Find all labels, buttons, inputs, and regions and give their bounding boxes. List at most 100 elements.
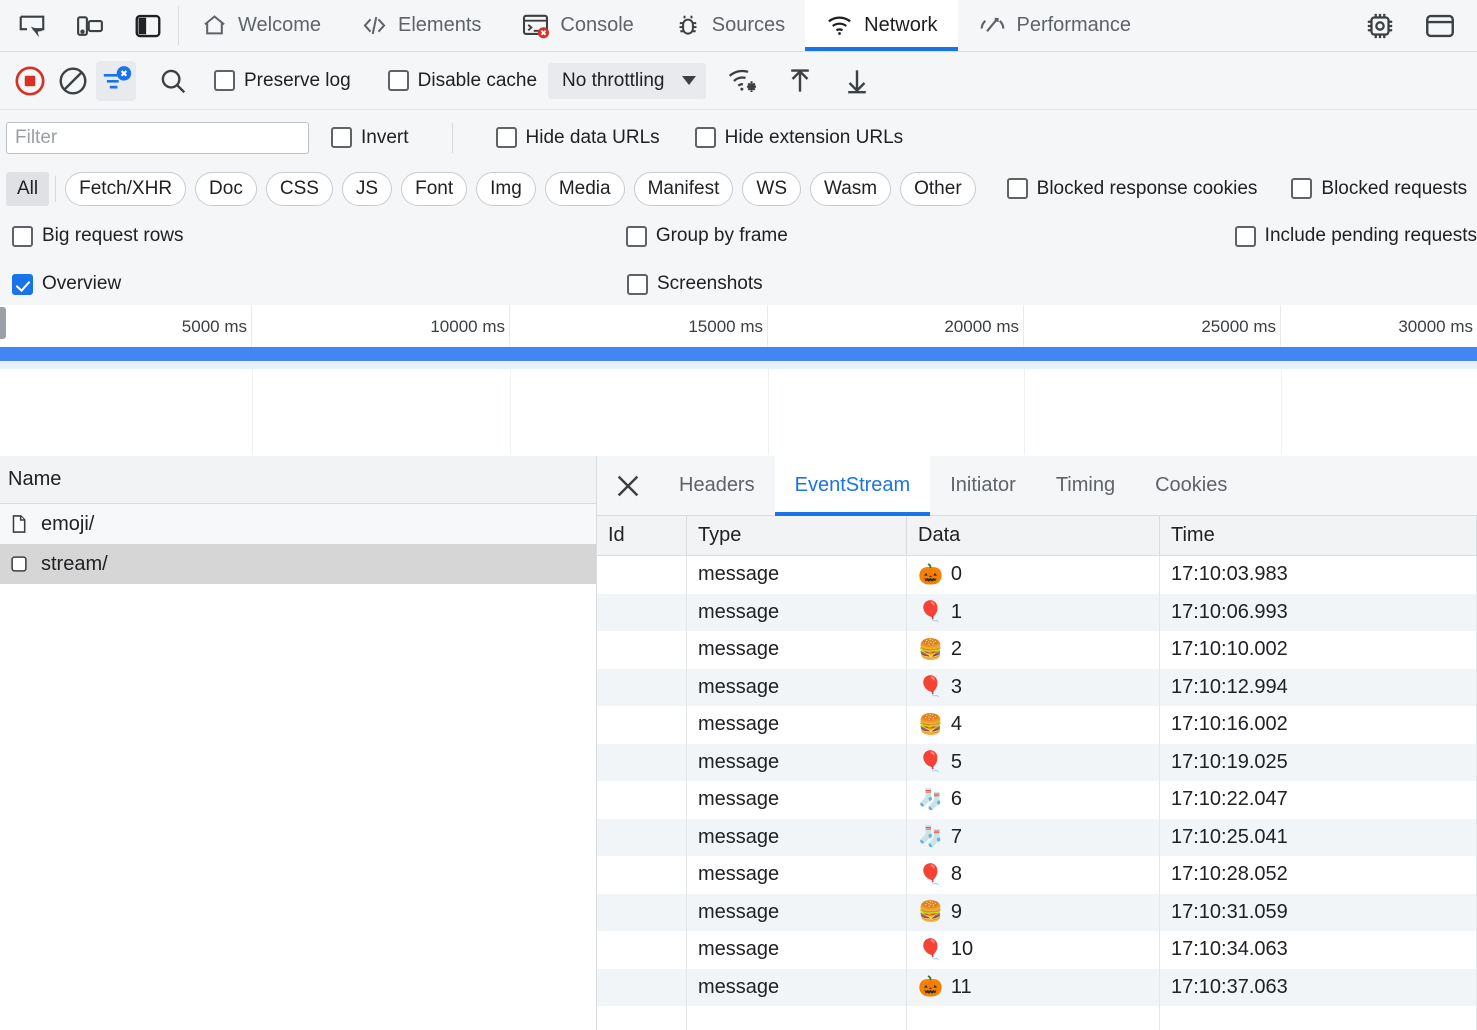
overview-label: Overview: [42, 273, 121, 295]
type-chip-other[interactable]: Other: [900, 172, 976, 206]
close-icon[interactable]: [597, 456, 659, 515]
type-chip-doc[interactable]: Doc: [195, 172, 257, 206]
big-request-rows-box[interactable]: [12, 226, 33, 247]
timeline-ruler[interactable]: 5000 ms 10000 ms 15000 ms 20000 ms 25000…: [0, 305, 1477, 347]
eventstream-row[interactable]: message 🎃 0 17:10:03.983: [597, 556, 1477, 594]
network-overview[interactable]: 5000 ms 10000 ms 15000 ms 20000 ms 25000…: [0, 305, 1477, 455]
eventstream-row[interactable]: message 🎈 5 17:10:19.025: [597, 744, 1477, 782]
include-pending-requests-box[interactable]: [1235, 226, 1256, 247]
cell-data: 🎈 5: [907, 744, 1160, 782]
overview-grid: [0, 369, 1477, 455]
cell-data: 🎈 1: [907, 594, 1160, 632]
blocked-requests-box[interactable]: [1291, 178, 1312, 199]
eventstream-row[interactable]: message 🍔 9 17:10:31.059: [597, 894, 1477, 932]
filter-input[interactable]: [6, 122, 309, 154]
type-chip-ws[interactable]: WS: [742, 172, 801, 206]
request-row-stream[interactable]: stream/: [0, 544, 596, 584]
upload-arrow-icon[interactable]: [780, 61, 820, 101]
type-chip-js[interactable]: JS: [342, 172, 392, 206]
socks-icon: 🧦: [918, 790, 943, 810]
tab-network[interactable]: Network: [805, 0, 957, 51]
tab-headers[interactable]: Headers: [659, 456, 775, 515]
record-stop-icon[interactable]: [10, 61, 50, 101]
eventstream-row[interactable]: message 🍔 2 17:10:10.002: [597, 631, 1477, 669]
include-pending-requests-checkbox[interactable]: Include pending requests: [1235, 225, 1477, 247]
tab-cookies[interactable]: Cookies: [1135, 456, 1247, 515]
eventstream-col-id[interactable]: Id: [597, 516, 687, 555]
timeline-tick: 15000 ms: [510, 305, 768, 347]
filter-remove-icon[interactable]: [96, 61, 136, 101]
invert-checkbox[interactable]: Invert: [331, 127, 409, 149]
search-icon[interactable]: [153, 61, 193, 101]
eventstream-col-data[interactable]: Data: [907, 516, 1160, 555]
settings-chip-icon[interactable]: [1363, 9, 1397, 43]
group-by-frame-checkbox[interactable]: Group by frame: [626, 225, 1235, 247]
request-row-emoji-label: emoji/: [41, 513, 94, 536]
hide-extension-urls-box[interactable]: [695, 127, 716, 148]
overview-checkbox[interactable]: Overview: [12, 273, 627, 295]
wifi-gear-icon[interactable]: [723, 61, 763, 101]
eventstream-row-empty[interactable]: [597, 1006, 1477, 1030]
disable-cache-box[interactable]: [388, 70, 409, 91]
invert-box[interactable]: [331, 127, 352, 148]
blocked-requests-checkbox[interactable]: Blocked requests: [1291, 178, 1467, 200]
hide-extension-urls-checkbox[interactable]: Hide extension URLs: [695, 127, 903, 149]
hide-data-urls-box[interactable]: [496, 127, 517, 148]
eventstream-row[interactable]: message 🎈 10 17:10:34.063: [597, 931, 1477, 969]
request-list-header[interactable]: Name: [0, 456, 596, 504]
screenshots-box[interactable]: [627, 274, 648, 295]
eventstream-row[interactable]: message 🎈 3 17:10:12.994: [597, 669, 1477, 707]
tab-initiator[interactable]: Initiator: [930, 456, 1036, 515]
inspect-element-icon[interactable]: [10, 4, 54, 48]
dock-panel-icon[interactable]: [1423, 9, 1457, 43]
blocked-response-cookies-box[interactable]: [1007, 178, 1028, 199]
cell-type: message: [687, 969, 907, 1007]
cell-id: [597, 1006, 687, 1030]
request-row-emoji[interactable]: emoji/: [0, 504, 596, 544]
preserve-log-checkbox[interactable]: Preserve log: [214, 70, 351, 92]
eventstream-row[interactable]: message 🎈 8 17:10:28.052: [597, 856, 1477, 894]
balloon-icon: 🎈: [918, 752, 943, 772]
cell-data: [907, 1006, 1160, 1030]
preserve-log-box[interactable]: [214, 70, 235, 91]
tab-performance[interactable]: Performance: [958, 0, 1152, 51]
tab-console[interactable]: Console: [501, 0, 653, 51]
panel-layout-icon[interactable]: [126, 4, 170, 48]
cell-type: message: [687, 556, 907, 594]
screenshots-checkbox[interactable]: Screenshots: [627, 273, 1237, 295]
cell-id: [597, 969, 687, 1007]
eventstream-row[interactable]: message 🎈 1 17:10:06.993: [597, 594, 1477, 632]
tab-elements[interactable]: Elements: [341, 0, 501, 51]
throttling-dropdown[interactable]: No throttling: [548, 63, 706, 99]
type-chip-css[interactable]: CSS: [266, 172, 333, 206]
overview-box[interactable]: [12, 274, 33, 295]
type-chip-fetch-xhr[interactable]: Fetch/XHR: [65, 172, 186, 206]
tab-welcome[interactable]: Welcome: [181, 0, 341, 51]
preserve-log-label: Preserve log: [244, 70, 351, 92]
eventstream-row[interactable]: message 🍔 4 17:10:16.002: [597, 706, 1477, 744]
eventstream-col-type[interactable]: Type: [687, 516, 907, 555]
overview-request-band: [0, 347, 1477, 361]
hide-data-urls-checkbox[interactable]: Hide data URLs: [496, 127, 660, 149]
download-arrow-icon[interactable]: [837, 61, 877, 101]
big-request-rows-checkbox[interactable]: Big request rows: [12, 225, 626, 247]
type-chip-img[interactable]: Img: [476, 172, 536, 206]
eventstream-row[interactable]: message 🧦 6 17:10:22.047: [597, 781, 1477, 819]
device-toolbar-icon[interactable]: [68, 4, 112, 48]
type-chip-manifest[interactable]: Manifest: [634, 172, 734, 206]
type-chip-font[interactable]: Font: [401, 172, 467, 206]
clear-circle-slash-icon[interactable]: [53, 61, 93, 101]
eventstream-col-time[interactable]: Time: [1160, 516, 1477, 555]
tab-eventstream[interactable]: EventStream: [775, 456, 931, 515]
type-chip-wasm[interactable]: Wasm: [810, 172, 891, 206]
disable-cache-checkbox[interactable]: Disable cache: [388, 70, 537, 92]
type-chip-media[interactable]: Media: [545, 172, 625, 206]
eventstream-row[interactable]: message 🎃 11 17:10:37.063: [597, 969, 1477, 1007]
eventstream-row[interactable]: message 🧦 7 17:10:25.041: [597, 819, 1477, 857]
group-by-frame-box[interactable]: [626, 226, 647, 247]
tab-timing[interactable]: Timing: [1036, 456, 1135, 515]
blocked-response-cookies-checkbox[interactable]: Blocked response cookies: [1007, 178, 1258, 200]
cell-time: 17:10:06.993: [1160, 594, 1477, 632]
tab-sources[interactable]: Sources: [654, 0, 805, 51]
type-chip-all[interactable]: All: [6, 172, 49, 206]
